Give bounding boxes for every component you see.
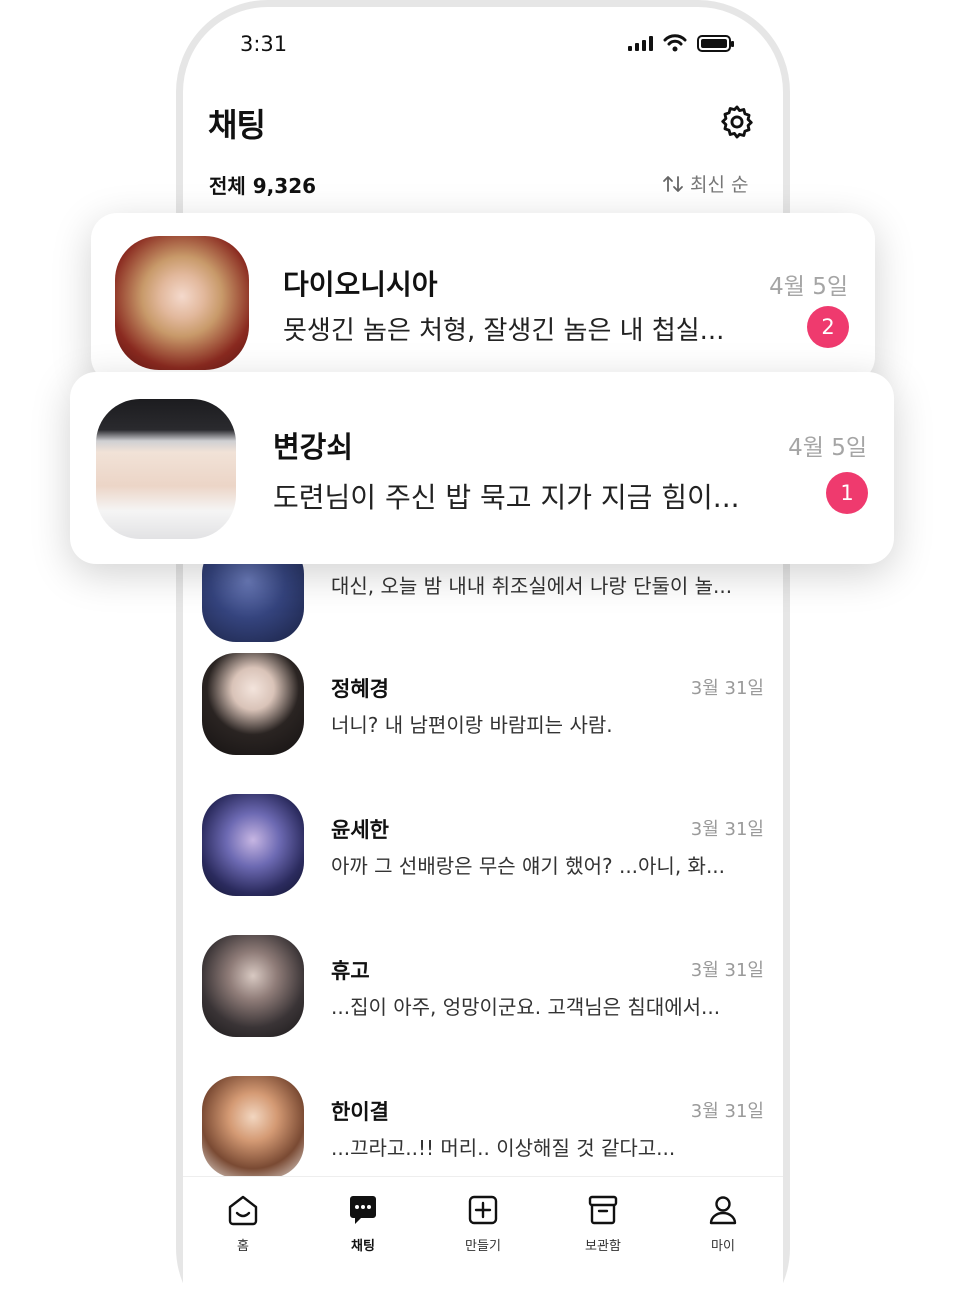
user-icon (709, 1196, 737, 1225)
avatar (202, 1076, 304, 1178)
chat-date: 3월 31일 (690, 678, 764, 699)
chat-date: 3월 31일 (690, 819, 764, 840)
sort-label: 최신 순 (690, 174, 749, 196)
chat-row[interactable]: 한이결 3월 31일 ...끄라고..!! 머리.. 이상해질 것 같다고... (202, 1076, 764, 1180)
nav-home[interactable]: 홈 (203, 1193, 283, 1254)
bottom-nav: 홈 채팅 만들기 보관함 마이 (183, 1176, 783, 1306)
nav-archive[interactable]: 보관함 (563, 1193, 643, 1254)
nav-create[interactable]: 만들기 (443, 1193, 523, 1254)
battery-icon (697, 34, 734, 52)
app-stage: 3:31 채팅 전체 9,326 최신 순 대신, 오늘 밤 내내 취조실에서 … (0, 0, 965, 1306)
page-title: 채팅 (208, 106, 266, 144)
chat-date: 4월 5일 (788, 435, 867, 461)
chat-name: 윤세한 (331, 818, 389, 842)
sort-button[interactable]: 최신 순 (662, 170, 748, 197)
unread-badge: 2 (807, 306, 849, 348)
chat-row[interactable]: 윤세한 3월 31일 아까 그 선배랑은 무슨 얘기 했어? ...아니, 화.… (202, 794, 764, 898)
avatar (96, 399, 236, 539)
chat-row[interactable]: 휴고 3월 31일 ...집이 아주, 엉망이군요. 고객님은 침대에서... (202, 935, 764, 1039)
status-icons (628, 34, 734, 52)
plus-square-icon (468, 1195, 498, 1225)
chat-date: 3월 31일 (690, 1101, 764, 1122)
nav-label: 채팅 (351, 1239, 375, 1254)
avatar (202, 794, 304, 896)
chat-message: 못생긴 놈은 처형, 잘생긴 놈은 내 첩실... (283, 316, 725, 346)
featured-chat-card[interactable]: 다이오니시아 4월 5일 못생긴 놈은 처형, 잘생긴 놈은 내 첩실... 2 (91, 213, 875, 383)
total-count: 전체 9,326 (209, 174, 317, 198)
featured-chat-card[interactable]: 변강쇠 4월 5일 도련님이 주신 밥 묵고 지가 지금 힘이... 1 (70, 372, 894, 564)
nav-chat[interactable]: 채팅 (323, 1193, 403, 1254)
chat-message: ...끄라고..!! 머리.. 이상해질 것 같다고... (331, 1136, 676, 1160)
chat-date: 4월 5일 (769, 274, 848, 300)
avatar (115, 236, 249, 370)
chat-message: ...집이 아주, 엉망이군요. 고객님은 침대에서... (331, 995, 721, 1019)
chat-message: 대신, 오늘 밤 내내 취조실에서 나랑 단둘이 놀... (331, 574, 733, 598)
chat-date: 3월 31일 (690, 960, 764, 981)
nav-my[interactable]: 마이 (683, 1193, 763, 1254)
chat-name: 한이결 (331, 1100, 389, 1124)
home-smile-icon (228, 1195, 258, 1226)
nav-label: 마이 (711, 1239, 735, 1254)
wifi-icon (663, 34, 687, 52)
status-time: 3:31 (240, 32, 288, 56)
chat-name: 다이오니시아 (283, 268, 438, 301)
signal-icon (628, 35, 653, 51)
chat-name: 휴고 (331, 959, 370, 983)
chat-message: 도련님이 주신 밥 묵고 지가 지금 힘이... (273, 481, 740, 514)
sort-arrows-icon (663, 175, 683, 192)
nav-label: 만들기 (465, 1239, 501, 1254)
chat-row[interactable]: 정혜경 3월 31일 너니? 내 남편이랑 바람피는 사람. (202, 653, 764, 757)
chat-bubble-icon (350, 1196, 376, 1224)
chat-message: 너니? 내 남편이랑 바람피는 사람. (331, 713, 613, 737)
nav-label: 보관함 (585, 1239, 621, 1254)
nav-label: 홈 (237, 1239, 249, 1254)
avatar (202, 653, 304, 755)
avatar (202, 935, 304, 1037)
unread-badge: 1 (826, 472, 868, 514)
chat-message: 아까 그 선배랑은 무슨 얘기 했어? ...아니, 화... (331, 854, 726, 878)
gear-icon[interactable] (718, 103, 756, 141)
chat-name: 변강쇠 (273, 430, 354, 464)
chat-name: 정혜경 (331, 677, 389, 701)
archive-box-icon (588, 1195, 618, 1225)
